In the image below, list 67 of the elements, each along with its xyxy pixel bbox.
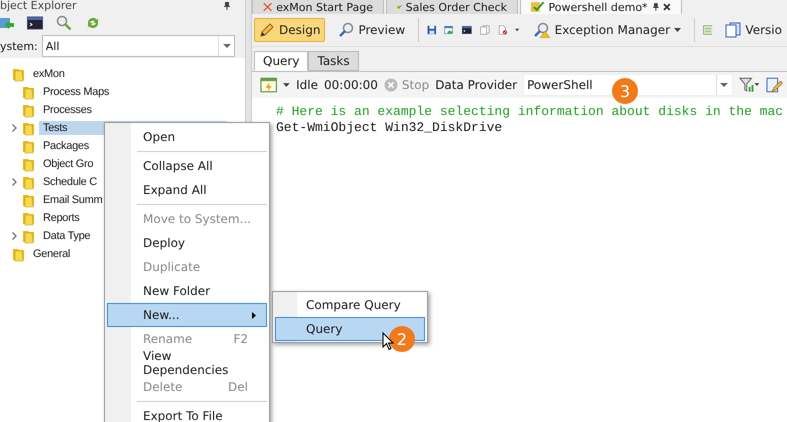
folder-icon bbox=[12, 246, 25, 262]
sub-tab[interactable]: Tasks bbox=[308, 51, 359, 71]
elapsed-time: 00:00:00 bbox=[324, 78, 378, 92]
expand-chevron-icon[interactable] bbox=[12, 178, 16, 186]
pin-icon[interactable] bbox=[652, 3, 660, 11]
folder-icon bbox=[22, 84, 35, 100]
expand-chevron-icon[interactable] bbox=[12, 124, 16, 132]
magnifier-warning-icon bbox=[532, 22, 551, 38]
dropdown-arrow-icon bbox=[674, 28, 682, 32]
folder-icon bbox=[12, 66, 25, 82]
cross-icon bbox=[263, 2, 272, 12]
tree-item[interactable]: Processes bbox=[39, 103, 96, 117]
filter-icon[interactable] bbox=[738, 77, 760, 93]
dropdown-arrow-icon bbox=[222, 44, 230, 48]
panel-title: bject Explorer bbox=[0, 0, 76, 12]
document-tab[interactable]: exMon Start Page bbox=[252, 0, 384, 14]
preview-button[interactable]: Preview bbox=[333, 18, 410, 42]
dropdown-arrow-icon bbox=[720, 83, 728, 87]
terminal-icon[interactable] bbox=[27, 16, 43, 30]
dropdown-arrow-icon[interactable] bbox=[515, 28, 520, 32]
menu-item[interactable]: New... bbox=[107, 303, 267, 327]
tree-item[interactable]: Email Summ bbox=[39, 193, 106, 207]
tree-item[interactable]: Object Gro bbox=[39, 157, 98, 171]
refresh-icon[interactable] bbox=[85, 15, 101, 31]
code-comment: # Here is an example selecting information about disks in the mac bbox=[276, 104, 784, 120]
tree-item[interactable]: Packages bbox=[39, 139, 93, 153]
checkmark-icon bbox=[531, 2, 545, 12]
tree-item[interactable]: Schedule C bbox=[39, 175, 101, 189]
close-icon[interactable] bbox=[663, 3, 671, 11]
folder-icon bbox=[22, 102, 35, 118]
submenu-arrow-icon bbox=[252, 312, 256, 318]
folder-icon bbox=[22, 210, 35, 226]
stop-icon bbox=[384, 78, 398, 92]
tree-item[interactable]: Process Maps bbox=[39, 85, 114, 99]
folder-icon bbox=[22, 120, 35, 136]
system-dropdown[interactable]: All bbox=[42, 35, 235, 57]
folder-icon bbox=[22, 228, 35, 244]
folder-icon bbox=[22, 174, 35, 190]
tree-item[interactable]: Reports bbox=[39, 211, 84, 225]
code-line: Get-WmiObject Win32_DiskDrive bbox=[276, 120, 504, 136]
tree-item[interactable]: Data Type bbox=[39, 229, 94, 243]
tree-item[interactable]: exMon bbox=[29, 67, 69, 81]
menu-item[interactable]: Compare Query bbox=[275, 293, 425, 317]
cursor-icon bbox=[382, 332, 394, 351]
expand-chevron-icon[interactable] bbox=[12, 232, 16, 240]
provider-label: Data Provider bbox=[435, 78, 518, 92]
versions-button[interactable]: Versio bbox=[720, 18, 787, 42]
folder-icon bbox=[22, 156, 35, 172]
run-icon[interactable] bbox=[260, 77, 278, 93]
documents-icon bbox=[725, 22, 742, 38]
exception-manager-button[interactable]: Exception Manager bbox=[528, 18, 686, 42]
document-tab[interactable]: Sales Order Check bbox=[386, 0, 518, 14]
magnifier-icon bbox=[338, 22, 354, 38]
terminal-icon[interactable] bbox=[462, 23, 472, 37]
document-tab[interactable]: Powershell demo* bbox=[520, 0, 682, 14]
design-button[interactable]: Design bbox=[254, 18, 326, 42]
folder-icon bbox=[22, 138, 35, 154]
system-label: ystem: bbox=[0, 40, 38, 52]
arrow-icon[interactable] bbox=[0, 16, 14, 30]
dropdown-arrow-icon[interactable] bbox=[283, 83, 290, 87]
pin-icon[interactable] bbox=[223, 2, 231, 10]
search-icon[interactable] bbox=[56, 15, 72, 31]
pencil-icon bbox=[259, 22, 275, 38]
status-text: Idle bbox=[296, 78, 318, 92]
tree-item[interactable]: General bbox=[29, 247, 74, 261]
folder-icon bbox=[22, 192, 35, 208]
sub-tab[interactable]: Query bbox=[254, 51, 308, 71]
